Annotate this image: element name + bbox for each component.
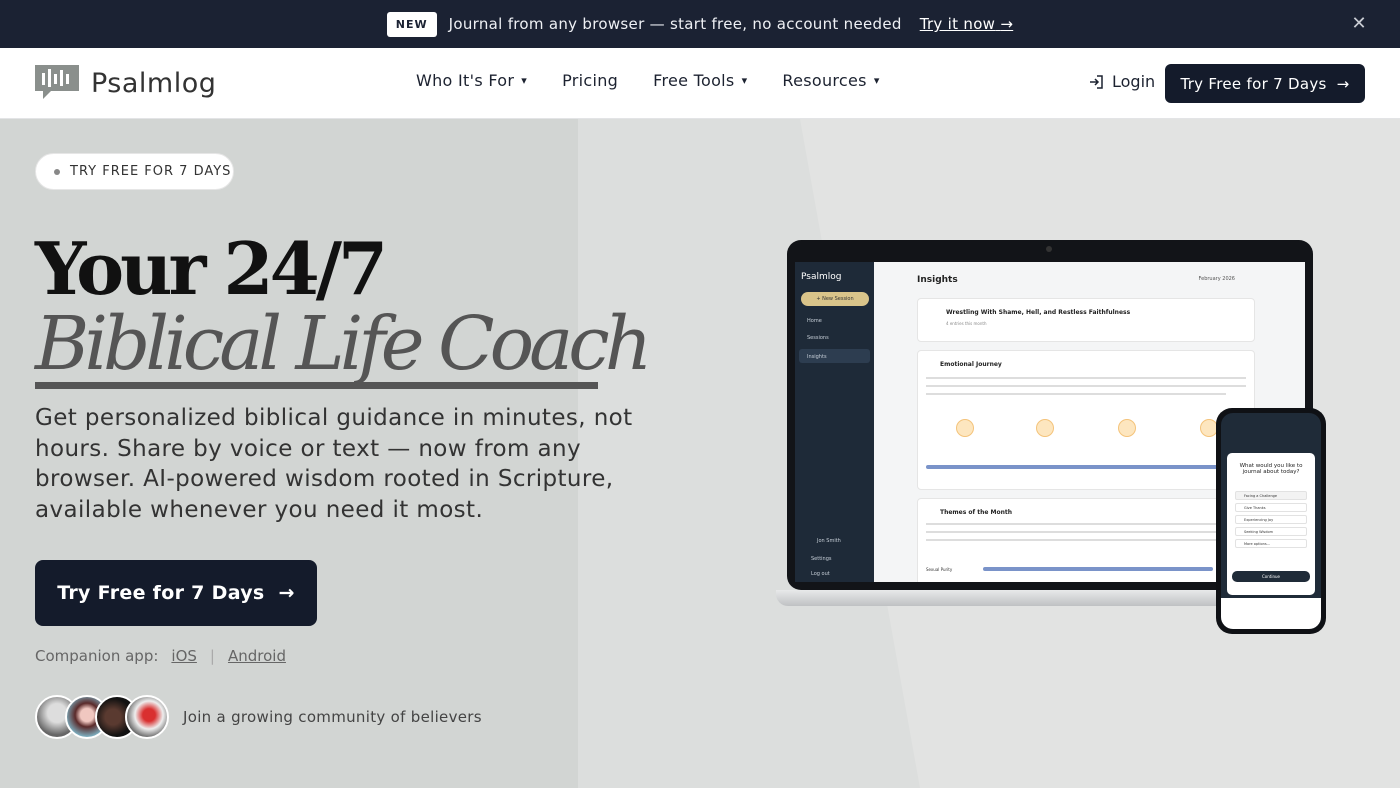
try-free-header-label: Try Free for 7 Days <box>1180 74 1327 93</box>
avatar <box>125 695 169 739</box>
trial-pill: TRY FREE FOR 7 DAYS <box>35 153 234 190</box>
themes-card: Themes of the Month Sexual Purity <box>917 498 1255 582</box>
try-it-now-link[interactable]: Try it now → <box>920 15 1014 33</box>
themes-title: Themes of the Month <box>940 509 1013 516</box>
announcement-bar: NEW Journal from any browser — start fre… <box>0 0 1400 48</box>
theme-bar <box>983 567 1213 571</box>
phone-option: Give Thanks <box>1235 503 1307 512</box>
app-page-title: Insights <box>917 275 958 285</box>
close-icon[interactable]: ✕ <box>1348 13 1370 35</box>
text-line <box>926 531 1246 533</box>
phone-question: What would you like to journal about tod… <box>1239 463 1303 475</box>
try-it-now-label[interactable]: Try it now <box>920 15 996 33</box>
app-brand: Psalmlog <box>801 272 842 282</box>
emotion-icon <box>1118 419 1136 437</box>
phone-bottom-bar <box>1221 598 1321 629</box>
new-session-button: + New Session <box>801 292 869 306</box>
app-nav-home: Home <box>807 318 822 324</box>
login-label: Login <box>1112 72 1156 91</box>
camera-dot <box>1046 246 1052 252</box>
headline-line-2: Biblical Life Coach <box>35 301 652 387</box>
text-line <box>926 393 1226 395</box>
emotion-bar <box>926 465 1246 469</box>
app-sidebar: Psalmlog + New Session Home Sessions Ins… <box>795 262 874 582</box>
announcement-message: Journal from any browser — start free, n… <box>448 15 902 33</box>
phone-mockup: What would you like to journal about tod… <box>1216 408 1326 634</box>
arrow-right-icon: → <box>278 582 295 604</box>
headline-line-1: Your 24/7 <box>35 226 388 311</box>
theme-label: Sexual Purity <box>926 567 953 572</box>
dot-icon <box>54 168 60 175</box>
phone-option: More options... <box>1235 539 1307 548</box>
logo[interactable]: Psalmlog <box>35 65 216 101</box>
hero-section: TRY FREE FOR 7 DAYS Your 24/7 Biblical L… <box>0 119 1400 788</box>
nav-pricing[interactable]: Pricing <box>562 71 618 90</box>
community-text: Join a growing community of believers <box>183 708 482 726</box>
nav-label: Pricing <box>562 71 619 90</box>
chevron-down-icon: ▾ <box>521 74 528 87</box>
chevron-down-icon: ▾ <box>873 74 880 87</box>
emotion-icon <box>956 419 974 437</box>
app-settings: Settings <box>811 556 832 562</box>
text-line <box>926 377 1246 379</box>
divider: | <box>209 647 215 665</box>
emotional-journey-title: Emotional Journey <box>940 361 1002 368</box>
text-line <box>926 523 1246 525</box>
try-free-header-button[interactable]: Try Free for 7 Days → <box>1165 64 1365 103</box>
android-link[interactable]: Android <box>228 647 286 665</box>
logo-text: Psalmlog <box>91 67 217 99</box>
login-link[interactable]: Login <box>1088 72 1155 91</box>
nav-label: Resources <box>782 71 867 90</box>
logo-icon <box>35 65 79 99</box>
nav-free-tools[interactable]: Free Tools ▾ <box>653 71 747 90</box>
insight-card-subtitle: 4 entries this month <box>946 321 987 326</box>
companion-apps: Companion app: iOS | Android <box>35 647 286 665</box>
nav-label: Free Tools <box>653 71 735 90</box>
emotion-icon <box>1036 419 1054 437</box>
app-date: February 2026 <box>1198 276 1235 282</box>
community-row: Join a growing community of believers <box>35 695 482 739</box>
emotional-journey-card: Emotional Journey <box>917 350 1255 490</box>
chevron-down-icon: ▾ <box>741 74 748 87</box>
new-badge: NEW <box>386 11 437 37</box>
phone-option: Facing a Challenge <box>1235 491 1307 500</box>
arrow-right-icon: → <box>1000 15 1014 33</box>
text-line <box>926 539 1246 541</box>
ios-link[interactable]: iOS <box>171 647 197 665</box>
nav-resources[interactable]: Resources ▾ <box>782 71 879 90</box>
phone-continue-button: Continue <box>1232 571 1310 582</box>
phone-screen: What would you like to journal about tod… <box>1221 413 1321 629</box>
insight-card: Wrestling With Shame, Hell, and Restless… <box>917 298 1255 342</box>
headline-underline <box>35 382 598 389</box>
arrow-right-icon: → <box>1336 74 1350 93</box>
insight-card-title: Wrestling With Shame, Hell, and Restless… <box>946 309 1131 316</box>
phone-modal: What would you like to journal about tod… <box>1227 453 1315 595</box>
app-nav-sessions: Sessions <box>807 335 829 341</box>
app-nav-insights: Insights <box>807 354 827 360</box>
app-logout: Log out <box>811 571 830 577</box>
companion-label: Companion app: <box>35 647 159 665</box>
try-free-hero-button[interactable]: Try Free for 7 Days → <box>35 560 317 626</box>
login-icon <box>1090 74 1103 89</box>
nav-label: Who It's For <box>416 71 515 90</box>
phone-option: Seeking Wisdom <box>1235 527 1307 536</box>
app-user-name: Jon Smith <box>817 538 841 544</box>
hero-description: Get personalized biblical guidance in mi… <box>35 405 633 523</box>
avatar-stack <box>35 695 169 739</box>
try-free-hero-label: Try Free for 7 Days <box>57 582 265 604</box>
main-nav: Who It's For ▾ Pricing Free Tools ▾ Resour… <box>416 71 915 90</box>
phone-option: Experiencing Joy <box>1235 515 1307 524</box>
text-line <box>926 385 1246 387</box>
nav-who-its-for[interactable]: Who It's For ▾ <box>416 71 527 90</box>
trial-pill-label: TRY FREE FOR 7 DAYS <box>70 164 232 179</box>
site-header: Psalmlog Who It's For ▾ Pricing Free Tool… <box>0 48 1400 119</box>
